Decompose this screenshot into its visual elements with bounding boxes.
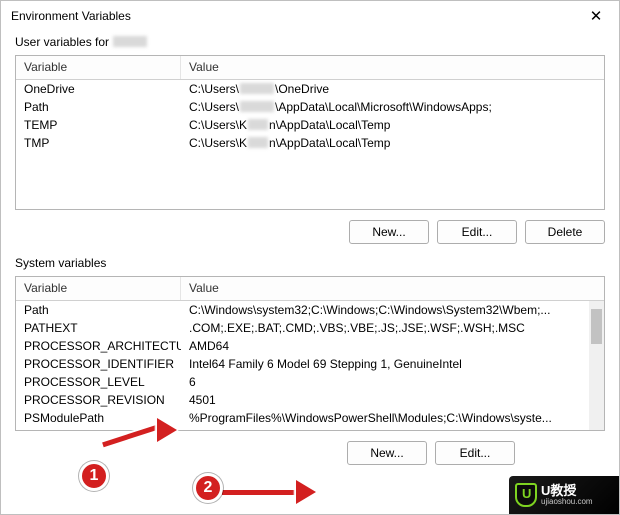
watermark-logo: U教授 ujiaoshou.com — [509, 476, 619, 514]
redacted-text — [248, 119, 268, 130]
redacted-username — [113, 36, 147, 47]
table-row[interactable]: PSModulePath %ProgramFiles%\WindowsPower… — [16, 409, 604, 427]
table-row[interactable]: Path C:\Windows\system32;C:\Windows;C:\W… — [16, 301, 604, 319]
edit-button[interactable]: Edit... — [437, 220, 517, 244]
cell-variable: OneDrive — [16, 80, 181, 98]
cell-variable: PROCESSOR_LEVEL — [16, 373, 181, 391]
cell-value: C:\Windows\system32;C:\Windows;C:\Window… — [181, 301, 604, 319]
table-row[interactable]: PROCESSOR_REVISION 4501 — [16, 391, 604, 409]
watermark-line2: ujiaoshou.com — [541, 497, 593, 507]
redacted-text — [248, 137, 268, 148]
system-variables-section: System variables Variable Value Path C:\… — [15, 256, 605, 465]
cell-variable: Path — [16, 98, 181, 116]
system-list-rows: Path C:\Windows\system32;C:\Windows;C:\W… — [16, 301, 604, 430]
cell-variable: TEMP — [16, 116, 181, 134]
table-row[interactable]: PATHEXT .COM;.EXE;.BAT;.CMD;.VBS;.VBE;.J… — [16, 319, 604, 337]
user-variables-list[interactable]: Variable Value OneDrive C:\Users\\OneDri… — [15, 55, 605, 210]
cell-variable: PROCESSOR_IDENTIFIER — [16, 355, 181, 373]
cell-value: C:\Users\\OneDrive — [181, 80, 604, 98]
dialog-body: User variables for Variable Value OneDri… — [1, 31, 619, 514]
col-header-value[interactable]: Value — [181, 277, 604, 300]
annotation-marker-1: 1 — [79, 461, 109, 491]
delete-button[interactable]: Delete — [525, 220, 605, 244]
user-buttons-row: New... Edit... Delete — [15, 220, 605, 244]
system-list-header: Variable Value — [16, 277, 604, 301]
user-variables-label-prefix: User variables for — [15, 35, 112, 49]
scrollbar[interactable] — [589, 301, 604, 430]
col-header-value[interactable]: Value — [181, 56, 604, 79]
user-variables-section: User variables for Variable Value OneDri… — [15, 35, 605, 244]
cell-value: C:\Users\\AppData\Local\Microsoft\Window… — [181, 98, 604, 116]
window-title: Environment Variables — [11, 9, 131, 23]
cell-value: %ProgramFiles%\WindowsPowerShell\Modules… — [181, 409, 604, 427]
new-button[interactable]: New... — [349, 220, 429, 244]
system-new-button[interactable]: New... — [347, 441, 427, 465]
cell-value: AMD64 — [181, 337, 604, 355]
scrollbar-thumb[interactable] — [591, 309, 602, 344]
user-list-rows: OneDrive C:\Users\\OneDrive Path C:\User… — [16, 80, 604, 209]
col-header-variable[interactable]: Variable — [16, 56, 181, 79]
watermark-shield-icon — [515, 483, 537, 507]
table-row[interactable]: PROCESSOR_ARCHITECTURE AMD64 — [16, 337, 604, 355]
table-row[interactable]: TMP C:\Users\Kn\AppData\Local\Temp — [16, 134, 604, 152]
env-vars-window: Environment Variables ✕ User variables f… — [0, 0, 620, 515]
cell-value: 4501 — [181, 391, 604, 409]
cell-value: C:\Users\Kn\AppData\Local\Temp — [181, 134, 604, 152]
close-icon[interactable]: ✕ — [583, 6, 609, 26]
col-header-variable[interactable]: Variable — [16, 277, 181, 300]
watermark-line1: U教授 — [541, 484, 593, 497]
titlebar: Environment Variables ✕ — [1, 1, 619, 31]
cell-variable: PROCESSOR_ARCHITECTURE — [16, 337, 181, 355]
user-list-header: Variable Value — [16, 56, 604, 80]
system-variables-list[interactable]: Variable Value Path C:\Windows\system32;… — [15, 276, 605, 431]
table-row[interactable]: Path C:\Users\\AppData\Local\Microsoft\W… — [16, 98, 604, 116]
redacted-text — [240, 83, 274, 94]
watermark-text: U教授 ujiaoshou.com — [541, 484, 593, 507]
cell-variable: PROCESSOR_REVISION — [16, 391, 181, 409]
cell-variable: PATHEXT — [16, 319, 181, 337]
annotation-marker-2: 2 — [193, 473, 223, 503]
cell-variable: TMP — [16, 134, 181, 152]
table-row[interactable]: TEMP C:\Users\Kn\AppData\Local\Temp — [16, 116, 604, 134]
system-edit-button[interactable]: Edit... — [435, 441, 515, 465]
system-variables-label: System variables — [15, 256, 605, 270]
redacted-text — [240, 101, 274, 112]
table-row[interactable]: PROCESSOR_IDENTIFIER Intel64 Family 6 Mo… — [16, 355, 604, 373]
cell-value: Intel64 Family 6 Model 69 Stepping 1, Ge… — [181, 355, 604, 373]
cell-value: .COM;.EXE;.BAT;.CMD;.VBS;.VBE;.JS;.JSE;.… — [181, 319, 604, 337]
table-row[interactable]: OneDrive C:\Users\\OneDrive — [16, 80, 604, 98]
user-variables-label: User variables for — [15, 35, 605, 49]
cell-value: C:\Users\Kn\AppData\Local\Temp — [181, 116, 604, 134]
cell-variable: Path — [16, 301, 181, 319]
cell-value: 6 — [181, 373, 604, 391]
table-row[interactable]: PROCESSOR_LEVEL 6 — [16, 373, 604, 391]
